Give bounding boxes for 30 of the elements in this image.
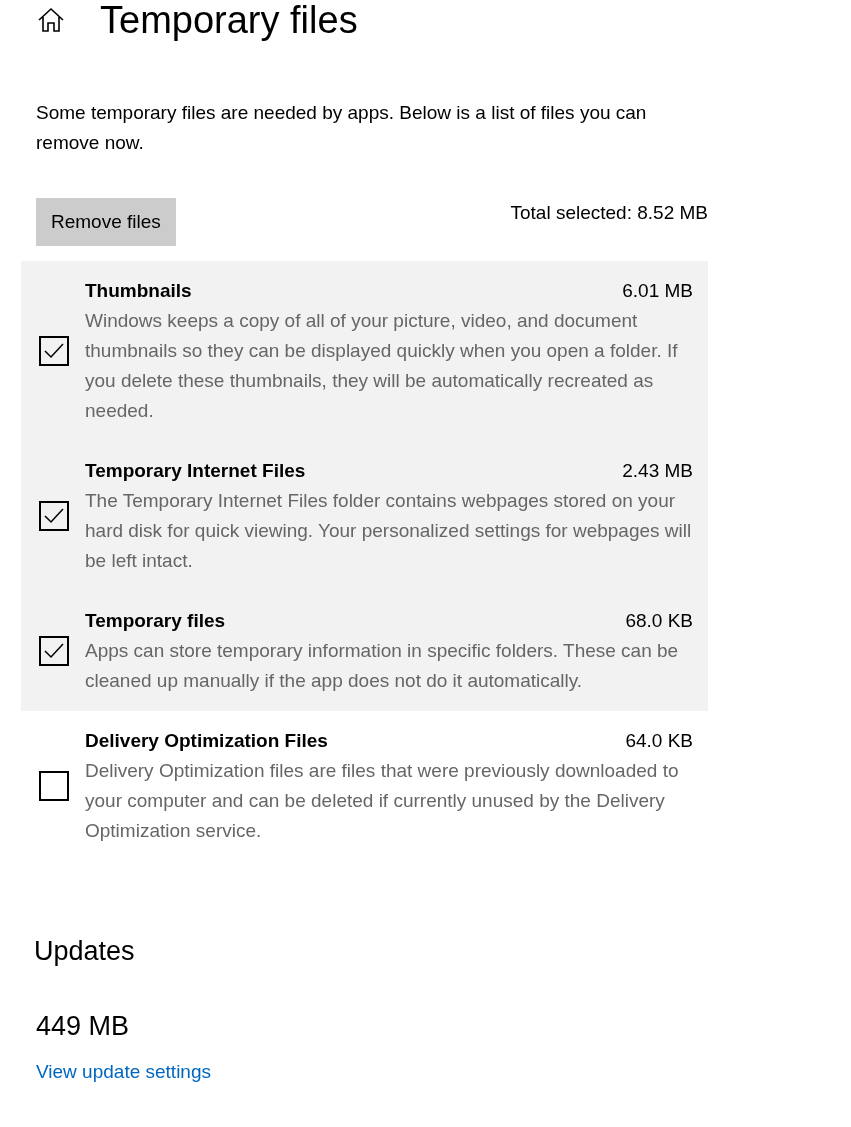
checkmark-icon — [44, 343, 64, 359]
page-title: Temporary files — [100, 1, 358, 39]
checkbox[interactable] — [39, 336, 69, 366]
item-title: Delivery Optimization Files — [85, 729, 328, 753]
file-category-row[interactable]: Temporary Internet Files 2.43 MB The Temporary Internet Files folder contains webpages stored on your hard disk for quick viewing. Your personalized settings for webpages will be left intact. — [21, 441, 708, 591]
item-description: The Temporary Internet Files folder contains webpages stored on your hard disk for quick viewing. Your personalized settings for webpages will be left intact. — [85, 489, 693, 573]
total-selected-text: Total selected: 8.52 MB — [510, 200, 708, 225]
item-description: Delivery Optimization files are files that were previously downloaded to your computer and can be deleted if currently unused by the Delivery Optimization service. — [85, 759, 680, 843]
item-title: Temporary Internet Files — [85, 459, 306, 483]
checkbox[interactable] — [39, 771, 69, 801]
checkmark-icon — [44, 508, 64, 524]
checkmark-icon — [44, 643, 64, 659]
item-title: Thumbnails — [85, 279, 192, 303]
item-title: Temporary files — [85, 609, 226, 633]
file-category-row[interactable]: Temporary files 68.0 KB Apps can store temporary information in specific folders. These can be cleaned up manually if the app does not do it automatically. — [21, 591, 708, 711]
home-icon[interactable] — [37, 7, 65, 33]
item-size: 6.01 MB — [622, 279, 693, 303]
checkbox[interactable] — [39, 636, 69, 666]
item-description: Apps can store temporary information in specific folders. These can be cleaned up manually if the app does not do it automatically. — [85, 639, 680, 693]
checkbox[interactable] — [39, 501, 69, 531]
item-size: 64.0 KB — [625, 729, 693, 753]
view-update-settings-link[interactable]: View update settings — [36, 1058, 211, 1087]
description-text: Some temporary files are needed by apps. Below is a list of files you can remove now. — [36, 101, 648, 155]
item-size: 68.0 KB — [625, 609, 693, 633]
item-size: 2.43 MB — [622, 459, 693, 483]
file-category-row[interactable] — [21, 261, 708, 441]
updates-size: 449 MB — [36, 1009, 131, 1043]
remove-files-button[interactable]: Remove files — [36, 198, 176, 246]
section-heading: Updates — [34, 935, 136, 968]
item-description: Windows keeps a copy of all of your picture, video, and document thumbnails so they can be displayed quickly when you open a folder. If you delete these thumbnails, they will be automatically recreated as needed. — [85, 309, 679, 423]
